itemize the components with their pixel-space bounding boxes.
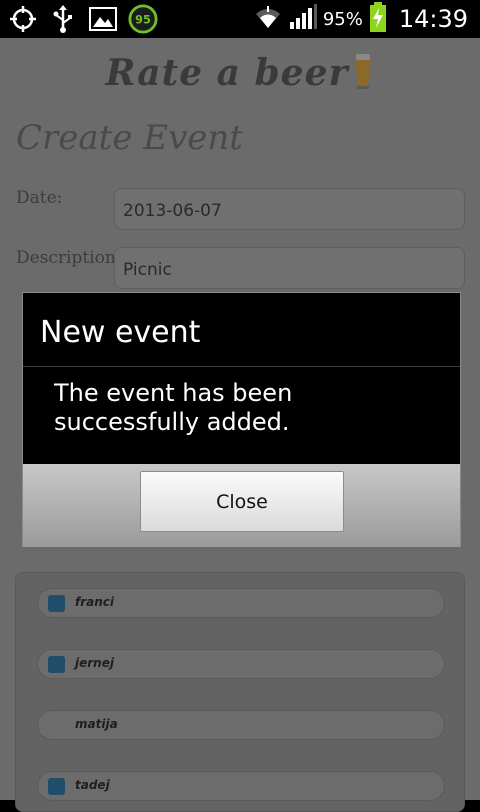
app-title: Rate a beer [105, 52, 349, 94]
user-item-franci[interactable]: franci [37, 588, 445, 618]
wifi-icon [253, 4, 283, 34]
app-header: Rate a beer [0, 38, 480, 108]
user-item-tadej[interactable]: tadej [37, 771, 445, 801]
users-list: franci jernej matija tadej [15, 572, 465, 812]
dialog-divider [23, 366, 460, 367]
dialog-message: The event has been successfully added. [54, 379, 293, 436]
battery-app-icon: 95 [128, 4, 158, 34]
user-checkbox[interactable] [48, 778, 65, 795]
dialog-title: New event [40, 315, 201, 350]
page-title: Create Event [16, 118, 243, 158]
gallery-icon [88, 4, 118, 34]
status-bar: 95 95% 14:39 [0, 0, 480, 38]
beer-icon [352, 52, 374, 94]
battery-percent: 95% [322, 8, 363, 30]
battery-app-value: 95 [135, 14, 151, 27]
close-button[interactable]: Close [140, 471, 344, 532]
battery-charging-icon [369, 2, 387, 36]
clock: 14:39 [398, 5, 468, 33]
user-name: matija [75, 717, 118, 731]
new-event-dialog: New event The event has been successfull… [22, 292, 461, 547]
user-item-matija[interactable]: matija [37, 710, 445, 740]
signal-icon [289, 4, 317, 34]
user-name: jernej [75, 656, 114, 670]
date-field[interactable]: 2013-06-07 [114, 188, 465, 230]
date-label: Date: [16, 188, 63, 208]
notification-icons: 95 [8, 4, 158, 34]
user-item-jernej[interactable]: jernej [37, 649, 445, 679]
user-name: tadej [75, 778, 110, 792]
user-name: franci [75, 595, 115, 609]
user-checkbox[interactable] [48, 595, 65, 612]
gps-icon [8, 4, 38, 34]
usb-icon [48, 4, 78, 34]
description-label: Description [16, 248, 116, 268]
description-field[interactable]: Picnic [114, 247, 465, 289]
dialog-footer: Close [23, 464, 460, 547]
user-checkbox[interactable] [48, 656, 65, 673]
